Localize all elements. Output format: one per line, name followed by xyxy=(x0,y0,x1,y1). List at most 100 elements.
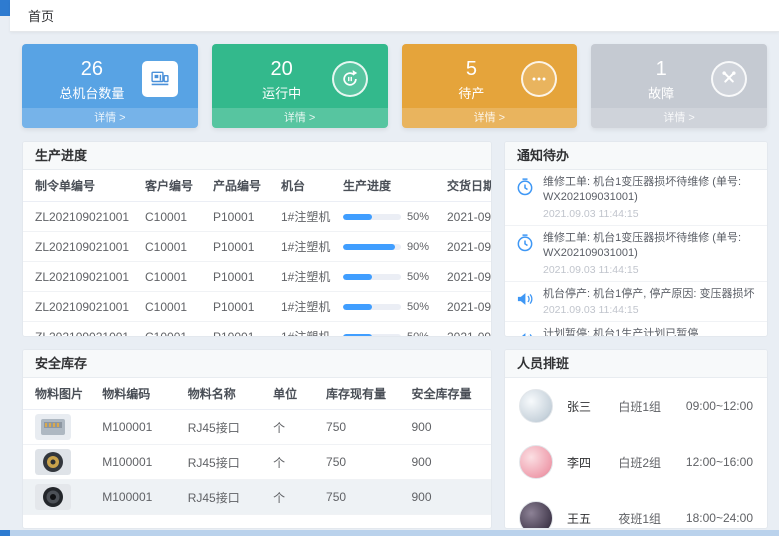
staff-shift: 白班2组 xyxy=(618,454,672,471)
stat-card-fault[interactable]: 1 故障 详情 > xyxy=(591,44,767,128)
cell-material-image xyxy=(23,445,96,480)
panel-safety-stock: 安全库存 物料图片 物料编码 物料名称 单位 库存现有量 安全库存量 xyxy=(22,349,492,529)
stat-value: 26 xyxy=(42,57,142,81)
stat-card-pending[interactable]: 5 待产 详情 > xyxy=(402,44,578,128)
panel-title: 人员排班 xyxy=(505,350,767,378)
card-detail-link[interactable]: 详情 > xyxy=(22,108,198,128)
notice-text: 计划暂停: 机台1生产计划已暂停 xyxy=(543,327,698,337)
progress-bar xyxy=(343,334,401,338)
stat-value: 5 xyxy=(422,57,522,81)
progress-bar xyxy=(343,214,401,220)
table-row[interactable]: ZL202109021001 C10001 P10001 1#注塑机 90% xyxy=(23,232,492,262)
cell-date: 2021-09-10 xyxy=(441,202,492,232)
column-header: 制令单编号 xyxy=(23,170,139,202)
cell-order: ZL202109021001 xyxy=(23,292,139,322)
cell-code: M100001 xyxy=(96,445,181,480)
cell-customer: C10001 xyxy=(139,202,207,232)
notice-item[interactable]: 维修工单: 机台1变压器损坏待维修 (单号: WX202109031001) 2… xyxy=(505,170,767,226)
table-row[interactable]: ZL202109021001 C10001 P10001 1#注塑机 50% xyxy=(23,322,492,338)
notice-item[interactable]: 机台停产: 机台1停产, 停产原因: 变压器损坏 2021.09.03 11:4… xyxy=(505,282,767,322)
card-detail-link[interactable]: 详情 > xyxy=(212,108,388,128)
table-row[interactable]: ZL202109021001 C10001 P10001 1#注塑机 50% xyxy=(23,202,492,232)
stat-label: 待产 xyxy=(422,83,522,102)
progress-bar xyxy=(343,304,401,310)
cell-safety: 900 xyxy=(406,480,492,515)
progress-label: 50% xyxy=(407,271,429,283)
avatar xyxy=(519,389,553,423)
cell-machine: 1#注塑机 xyxy=(275,202,337,232)
cell-order: ZL202109021001 xyxy=(23,262,139,292)
staff-time: 09:00~12:00 xyxy=(686,399,753,413)
staff-row[interactable]: 李四 白班2组 12:00~16:00 xyxy=(505,434,767,490)
cell-machine: 1#注塑机 xyxy=(275,232,337,262)
cell-current: 750 xyxy=(320,410,405,445)
column-header: 库存现有量 xyxy=(320,378,405,410)
staff-row[interactable]: 王五 夜班1组 18:00~24:00 xyxy=(505,490,767,529)
staff-time: 18:00~24:00 xyxy=(686,511,753,525)
cell-order: ZL202109021001 xyxy=(23,322,139,338)
tools-icon xyxy=(711,61,747,97)
cell-product: P10001 xyxy=(207,292,275,322)
progress-label: 50% xyxy=(407,211,429,223)
speaker-icon xyxy=(515,289,535,309)
card-text: 1 故障 xyxy=(611,57,711,102)
ellipsis-icon xyxy=(521,61,557,97)
column-header: 物料编码 xyxy=(96,378,181,410)
clock-icon xyxy=(515,177,535,197)
card-text: 26 总机台数量 xyxy=(42,57,142,102)
column-header: 物料名称 xyxy=(182,378,267,410)
cell-unit: 个 xyxy=(267,410,320,445)
card-detail-link[interactable]: 详情 > xyxy=(591,108,767,128)
card-detail-link[interactable]: 详情 > xyxy=(402,108,578,128)
cell-material-image xyxy=(23,480,96,515)
cell-progress: 50% xyxy=(337,292,441,322)
notice-text: 机台停产: 机台1停产, 停产原因: 变压器损坏 xyxy=(543,287,754,302)
staff-name: 张三 xyxy=(567,398,604,415)
stat-card-total-machines[interactable]: 26 总机台数量 详情 xyxy=(22,44,198,128)
window-corner-edge xyxy=(0,0,10,16)
stat-cards: 26 总机台数量 详情 xyxy=(22,44,767,128)
table-row[interactable]: ZL202109021001 C10001 P10001 1#注塑机 50% xyxy=(23,292,492,322)
speaker-icon xyxy=(515,329,535,337)
window-bottom-edge xyxy=(0,530,779,536)
card-text: 20 运行中 xyxy=(232,57,332,102)
notice-item[interactable]: 计划暂停: 机台1生产计划已暂停 2021.09.03 11:44:15 xyxy=(505,322,767,337)
table-row[interactable]: M100001 RJ45接口 个 750 900 xyxy=(23,445,491,480)
notice-body: 机台停产: 机台1停产, 停产原因: 变压器损坏 2021.09.03 11:4… xyxy=(543,287,754,316)
progress-label: 90% xyxy=(407,241,429,253)
panel-production-progress: 生产进度 制令单编号 客户编号 产品编号 机台 生产进度 交货日期 xyxy=(22,141,492,337)
staff-shift: 夜班1组 xyxy=(618,510,672,527)
rj45-photo xyxy=(35,414,71,440)
notice-time: 2021.09.03 11:44:15 xyxy=(543,208,757,220)
stat-card-running[interactable]: 20 运行中 详情 > xyxy=(212,44,388,128)
cell-customer: C10001 xyxy=(139,322,207,338)
progress-label: 50% xyxy=(407,301,429,313)
production-table: 制令单编号 客户编号 产品编号 机台 生产进度 交货日期 ZL202109021… xyxy=(23,170,492,337)
table-row[interactable]: M100001 RJ45接口 个 750 900 xyxy=(23,410,491,445)
panel-title: 生产进度 xyxy=(23,142,491,170)
staff-row[interactable]: 张三 白班1组 09:00~12:00 xyxy=(505,378,767,434)
cell-product: P10001 xyxy=(207,232,275,262)
table-row[interactable]: ZL202109021001 C10001 P10001 1#注塑机 50% xyxy=(23,262,492,292)
cell-name: RJ45接口 xyxy=(182,480,267,515)
main-area: 首页 26 总机台数量 xyxy=(10,0,779,530)
notice-text: 维修工单: 机台1变压器损坏待维修 (单号: WX202109031001) xyxy=(543,175,757,206)
column-header: 物料图片 xyxy=(23,378,96,410)
cell-customer: C10001 xyxy=(139,292,207,322)
stock-table: 物料图片 物料编码 物料名称 单位 库存现有量 安全库存量 xyxy=(23,378,491,515)
table-header-row: 制令单编号 客户编号 产品编号 机台 生产进度 交货日期 xyxy=(23,170,492,202)
cell-safety: 900 xyxy=(406,410,492,445)
notice-body: 计划暂停: 机台1生产计划已暂停 2021.09.03 11:44:15 xyxy=(543,327,698,337)
cell-product: P10001 xyxy=(207,202,275,232)
machine-icon xyxy=(142,61,178,97)
notice-time: 2021.09.03 11:44:15 xyxy=(543,264,757,276)
cell-name: RJ45接口 xyxy=(182,410,267,445)
notice-item[interactable]: 维修工单: 机台1变压器损坏待维修 (单号: WX202109031001) 2… xyxy=(505,226,767,282)
cell-machine: 1#注塑机 xyxy=(275,322,337,338)
cell-progress: 50% xyxy=(337,202,441,232)
page-title[interactable]: 首页 xyxy=(28,6,54,25)
cell-machine: 1#注塑机 xyxy=(275,262,337,292)
cell-order: ZL202109021001 xyxy=(23,202,139,232)
table-row[interactable]: M100001 RJ45接口 个 750 900 xyxy=(23,480,491,515)
cell-date: 2021-09-10 xyxy=(441,292,492,322)
